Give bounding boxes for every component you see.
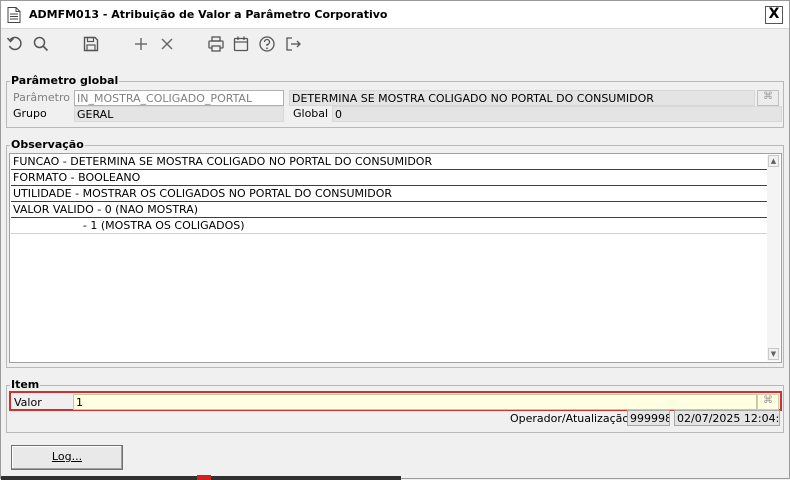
search-icon[interactable] xyxy=(32,35,50,53)
valor-label: Valor xyxy=(14,396,42,409)
save-icon[interactable] xyxy=(82,35,100,53)
close-button[interactable]: X xyxy=(765,6,783,24)
observacao-textarea[interactable]: FUNCAO - DETERMINA SE MOSTRA COLIGADO NO… xyxy=(9,153,782,363)
log-button[interactable]: Log... xyxy=(11,445,123,470)
observacao-line: UTILIDADE - MOSTRAR OS COLIGADOS NO PORT… xyxy=(11,186,768,202)
operador-field: 999998 xyxy=(627,410,670,426)
grupo-field: GERAL xyxy=(74,106,284,122)
toolbar xyxy=(1,31,789,57)
undo-icon[interactable] xyxy=(6,35,24,53)
log-button-label: Log... xyxy=(51,450,83,463)
scroll-up-icon[interactable]: ▲ xyxy=(768,155,779,167)
global-label: Global xyxy=(293,107,329,120)
observacao-line: VALOR VALIDO - 0 (NAO MOSTRA) xyxy=(11,202,768,218)
parametro-field[interactable]: IN_MOSTRA_COLIGADO_PORTAL xyxy=(74,90,284,106)
calendar-icon[interactable] xyxy=(232,35,250,53)
print-icon[interactable] xyxy=(207,35,225,53)
grupo-label: Grupo xyxy=(13,107,47,120)
item-legend: Item xyxy=(10,378,41,391)
atualizacao-field: 02/07/2025 12:04:53 xyxy=(674,410,780,426)
dialog-window: ADMFM013 - Atribuição de Valor a Parâmet… xyxy=(0,0,790,480)
parametro-label: Parâmetro xyxy=(13,91,70,104)
observacao-legend: Observação xyxy=(10,138,85,151)
parametro-global-legend: Parâmetro global xyxy=(10,74,120,87)
help-icon[interactable] xyxy=(258,35,276,53)
observacao-scrollbar[interactable]: ▲ ▼ xyxy=(767,155,780,361)
exit-icon[interactable] xyxy=(284,35,302,53)
operador-atualizacao-label: Operador/Atualização xyxy=(510,412,630,425)
scroll-down-icon[interactable]: ▼ xyxy=(768,348,779,360)
observacao-line: FORMATO - BOOLEANO xyxy=(11,170,768,186)
valor-input[interactable]: 1 xyxy=(73,394,757,410)
title-bar: ADMFM013 - Atribuição de Valor a Parâmet… xyxy=(1,1,789,29)
observacao-line: FUNCAO - DETERMINA SE MOSTRA COLIGADO NO… xyxy=(11,154,768,170)
parametro-lookup-button[interactable]: ⌘ xyxy=(757,90,779,106)
observacao-line: - 1 (MOSTRA OS COLIGADOS) xyxy=(11,218,768,234)
bottom-marker xyxy=(197,475,211,480)
document-icon xyxy=(7,7,21,23)
parametro-description-field: DETERMINA SE MOSTRA COLIGADO NO PORTAL D… xyxy=(289,90,755,106)
window-title: ADMFM013 - Atribuição de Valor a Parâmet… xyxy=(29,8,388,21)
add-icon[interactable] xyxy=(132,35,150,53)
delete-icon[interactable] xyxy=(158,35,176,53)
global-field: 0 xyxy=(332,106,782,122)
valor-lookup-button[interactable]: ⌘ xyxy=(757,394,779,410)
